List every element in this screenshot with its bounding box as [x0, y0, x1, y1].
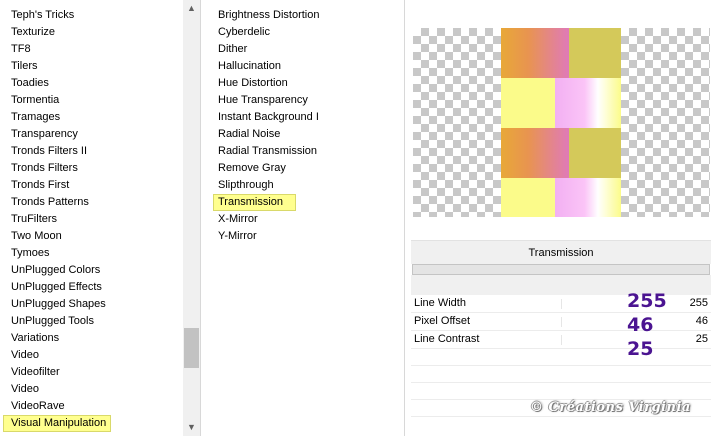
category-item[interactable]: Tronds First — [0, 177, 183, 194]
scroll-down-arrow-icon[interactable]: ▼ — [183, 419, 200, 436]
empty-row — [411, 366, 711, 383]
filter-title: Transmission — [411, 240, 711, 264]
effect-list[interactable]: Brightness Distortion Cyberdelic Dither Hal… — [203, 7, 405, 245]
category-item[interactable]: UnPlugged Tools — [0, 313, 183, 330]
category-item[interactable]: Teph's Tricks — [0, 7, 183, 24]
effect-item[interactable]: Radial Noise — [203, 126, 405, 143]
artwork-block — [501, 128, 569, 178]
category-item[interactable]: Visual Manipulation — [3, 415, 111, 432]
category-item[interactable]: TruFilters — [0, 211, 183, 228]
category-item[interactable]: Toadies — [0, 75, 183, 92]
annotation-line-width: 255 — [627, 290, 667, 312]
param-divider — [561, 317, 562, 327]
category-item[interactable]: Video — [0, 381, 183, 398]
category-list[interactable]: Teph's Tricks Texturize TF8 Tilers Toadies To… — [0, 7, 183, 432]
effect-item[interactable]: Cyberdelic — [203, 24, 405, 41]
artwork-block — [555, 178, 621, 217]
effect-item[interactable]: Brightness Distortion — [203, 7, 405, 24]
effect-item[interactable]: Hue Transparency — [203, 92, 405, 109]
settings-progress-bar — [412, 264, 710, 275]
category-item[interactable]: Tormentia — [0, 92, 183, 109]
artwork-block — [501, 28, 569, 78]
empty-row — [411, 383, 711, 400]
param-name: Line Width — [414, 297, 466, 309]
category-item[interactable]: Video — [0, 347, 183, 364]
category-item[interactable]: Tymoes — [0, 245, 183, 262]
category-item[interactable]: Variations — [0, 330, 183, 347]
param-divider — [561, 299, 562, 309]
preview-image — [413, 28, 710, 217]
effect-item[interactable]: Slipthrough — [203, 177, 405, 194]
param-row[interactable]: Line Contrast 25 — [411, 331, 711, 349]
category-item[interactable]: UnPlugged Shapes — [0, 296, 183, 313]
category-item[interactable]: VideoRave — [0, 398, 183, 415]
annotation-line-contrast: 25 — [627, 338, 654, 360]
effect-item[interactable]: Hallucination — [203, 58, 405, 75]
category-item[interactable]: TF8 — [0, 41, 183, 58]
param-value[interactable]: 46 — [696, 313, 708, 330]
category-item[interactable]: UnPlugged Colors — [0, 262, 183, 279]
effect-item[interactable]: Y-Mirror — [203, 228, 405, 245]
effect-list-panel: Brightness Distortion Cyberdelic Dither Hal… — [203, 0, 405, 436]
artwork-block — [555, 78, 621, 128]
category-item[interactable]: UnPlugged Effects — [0, 279, 183, 296]
category-item[interactable]: Two Moon — [0, 228, 183, 245]
category-item[interactable]: Tilers — [0, 58, 183, 75]
category-item[interactable]: Tronds Patterns — [0, 194, 183, 211]
scroll-up-arrow-icon[interactable]: ▲ — [183, 0, 200, 17]
preview-artwork — [501, 28, 621, 217]
watermark: © Créations Virginia — [530, 400, 691, 415]
category-item[interactable]: Tronds Filters II — [0, 143, 183, 160]
category-item[interactable]: Tramages — [0, 109, 183, 126]
effect-item[interactable]: X-Mirror — [203, 211, 405, 228]
effect-item[interactable]: Remove Gray — [203, 160, 405, 177]
param-value[interactable]: 255 — [690, 295, 708, 312]
category-item[interactable]: Texturize — [0, 24, 183, 41]
category-item[interactable]: Transparency — [0, 126, 183, 143]
param-name: Line Contrast — [414, 333, 480, 345]
artwork-block — [569, 128, 621, 178]
artwork-block — [501, 178, 555, 217]
annotation-pixel-offset: 46 — [627, 314, 654, 336]
param-row[interactable]: Pixel Offset 46 — [411, 313, 711, 331]
category-item[interactable]: Tronds Filters — [0, 160, 183, 177]
effect-item[interactable]: Hue Distortion — [203, 75, 405, 92]
scrollbar-thumb[interactable] — [184, 328, 199, 369]
param-value[interactable]: 25 — [696, 331, 708, 348]
effect-item[interactable]: Radial Transmission — [203, 143, 405, 160]
effect-item[interactable]: Transmission — [213, 194, 296, 211]
effect-item[interactable]: Instant Background I — [203, 109, 405, 126]
category-item[interactable]: Videofilter — [0, 364, 183, 381]
param-divider — [561, 335, 562, 345]
artwork-block — [569, 28, 621, 78]
category-scrollbar[interactable]: ▲ ▼ — [183, 0, 200, 436]
empty-row — [411, 349, 711, 366]
param-name: Pixel Offset — [414, 315, 471, 327]
category-list-panel: Teph's Tricks Texturize TF8 Tilers Toadies To… — [0, 0, 201, 436]
artwork-block — [501, 78, 555, 128]
effect-item[interactable]: Dither — [203, 41, 405, 58]
